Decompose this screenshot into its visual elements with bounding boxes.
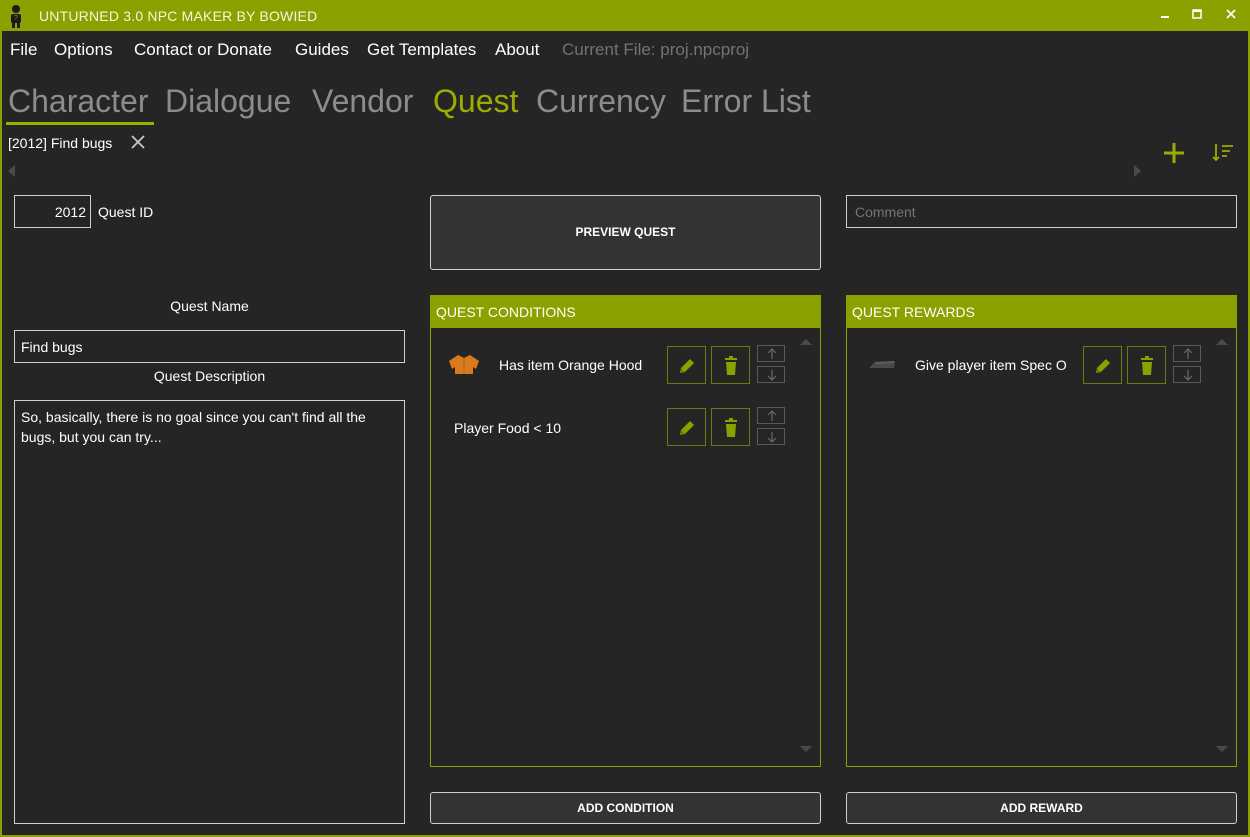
quest-rewards-panel: QUEST REWARDS Give player item Spec O <box>846 295 1237 767</box>
sort-button[interactable] <box>1210 141 1236 165</box>
arrow-up-icon <box>767 348 777 359</box>
move-reward-up-button[interactable] <box>1173 345 1201 362</box>
delete-reward-button[interactable] <box>1127 346 1166 384</box>
add-reward-button[interactable]: ADD REWARD <box>846 792 1237 824</box>
menu-contact-or-donate[interactable]: Contact or Donate <box>134 40 272 60</box>
plus-icon <box>1164 143 1184 163</box>
maximize-button[interactable] <box>1182 4 1212 26</box>
quest-rewards-header: QUEST REWARDS <box>847 296 1236 328</box>
preview-quest-button[interactable]: PREVIEW QUEST <box>430 195 821 270</box>
delete-condition-button[interactable] <box>711 346 750 384</box>
rewards-scroll-down[interactable] <box>1216 746 1228 752</box>
move-condition-down-button[interactable] <box>757 366 785 383</box>
menu-guides[interactable]: Guides <box>295 40 349 60</box>
conditions-scroll-down[interactable] <box>800 746 812 752</box>
close-icon <box>1226 9 1236 19</box>
edit-reward-button[interactable] <box>1083 346 1122 384</box>
condition-item-text: Player Food < 10 <box>454 420 562 436</box>
spec-ops-item-icon <box>869 361 895 368</box>
minimize-button[interactable] <box>1150 4 1180 26</box>
document-tab[interactable]: [2012] Find bugs <box>8 135 112 151</box>
quest-id-input[interactable] <box>14 195 91 228</box>
quest-conditions-header: QUEST CONDITIONS <box>431 296 820 328</box>
tab-vendor[interactable]: Vendor <box>312 83 413 120</box>
quest-id-label: Quest ID <box>98 204 154 220</box>
condition-item-text: Has item Orange Hood <box>499 357 643 373</box>
menu-get-templates[interactable]: Get Templates <box>367 40 476 60</box>
close-icon <box>131 135 145 149</box>
pencil-icon <box>680 359 694 373</box>
edit-condition-button[interactable] <box>667 408 706 446</box>
menu-file[interactable]: File <box>10 40 37 60</box>
app-window: ? UNTURNED 3.0 NPC MAKER BY BOWIED File … <box>0 0 1250 837</box>
menu-bar: File Options Contact or Donate Guides Ge… <box>2 31 1248 69</box>
close-window-button[interactable] <box>1216 4 1246 26</box>
move-condition-up-button[interactable] <box>757 345 785 362</box>
tabs-scroll-right[interactable] <box>1134 165 1141 177</box>
window-title: UNTURNED 3.0 NPC MAKER BY BOWIED <box>39 8 318 24</box>
trash-icon <box>1141 356 1153 375</box>
document-tab-close-button[interactable] <box>128 130 150 154</box>
edit-condition-button[interactable] <box>667 346 706 384</box>
tab-underline <box>6 122 154 125</box>
sort-icon <box>1212 144 1233 162</box>
arrow-up-icon <box>767 410 777 421</box>
tab-character[interactable]: Character <box>8 83 149 120</box>
quest-conditions-panel: QUEST CONDITIONS Has item Orange Hood Pl… <box>430 295 821 767</box>
quest-description-textarea[interactable]: So, basically, there is no goal since yo… <box>14 400 405 824</box>
delete-condition-button[interactable] <box>711 408 750 446</box>
move-condition-down-button[interactable] <box>757 428 785 445</box>
current-file-label: Current File: proj.npcproj <box>562 40 750 59</box>
tab-dialogue[interactable]: Dialogue <box>165 83 291 120</box>
pencil-icon <box>1096 359 1110 373</box>
add-condition-button[interactable]: ADD CONDITION <box>430 792 821 824</box>
move-condition-up-button[interactable] <box>757 407 785 424</box>
orange-hoodie-icon <box>449 355 479 374</box>
move-reward-down-button[interactable] <box>1173 366 1201 383</box>
minimize-icon <box>1161 16 1169 18</box>
maximize-icon <box>1192 9 1202 19</box>
svg-text:?: ? <box>14 15 18 22</box>
app-logo-icon: ? <box>11 5 21 28</box>
pencil-icon <box>680 421 694 435</box>
menu-options[interactable]: Options <box>54 40 113 60</box>
arrow-down-icon <box>767 432 777 443</box>
arrow-up-icon <box>1183 348 1193 359</box>
client-area: File Options Contact or Donate Guides Ge… <box>2 31 1248 835</box>
rewards-scroll-up[interactable] <box>1216 339 1228 345</box>
conditions-scroll-up[interactable] <box>800 339 812 345</box>
tabs-scroll-left[interactable] <box>8 165 15 177</box>
title-bar[interactable]: ? UNTURNED 3.0 NPC MAKER BY BOWIED <box>0 0 1250 31</box>
quest-description-label: Quest Description <box>153 368 266 384</box>
arrow-down-icon <box>767 370 777 381</box>
comment-input[interactable] <box>846 195 1237 228</box>
quest-name-label: Quest Name <box>170 298 249 314</box>
add-quest-button[interactable] <box>1160 139 1188 167</box>
menu-about[interactable]: About <box>495 40 539 60</box>
trash-icon <box>725 418 737 437</box>
tab-error-list[interactable]: Error List <box>681 83 811 120</box>
tab-currency[interactable]: Currency <box>536 83 666 120</box>
trash-icon <box>725 356 737 375</box>
reward-item-text: Give player item Spec O <box>915 357 1067 373</box>
quest-name-input[interactable] <box>14 330 405 363</box>
arrow-down-icon <box>1183 370 1193 381</box>
tab-quest[interactable]: Quest <box>433 83 518 120</box>
